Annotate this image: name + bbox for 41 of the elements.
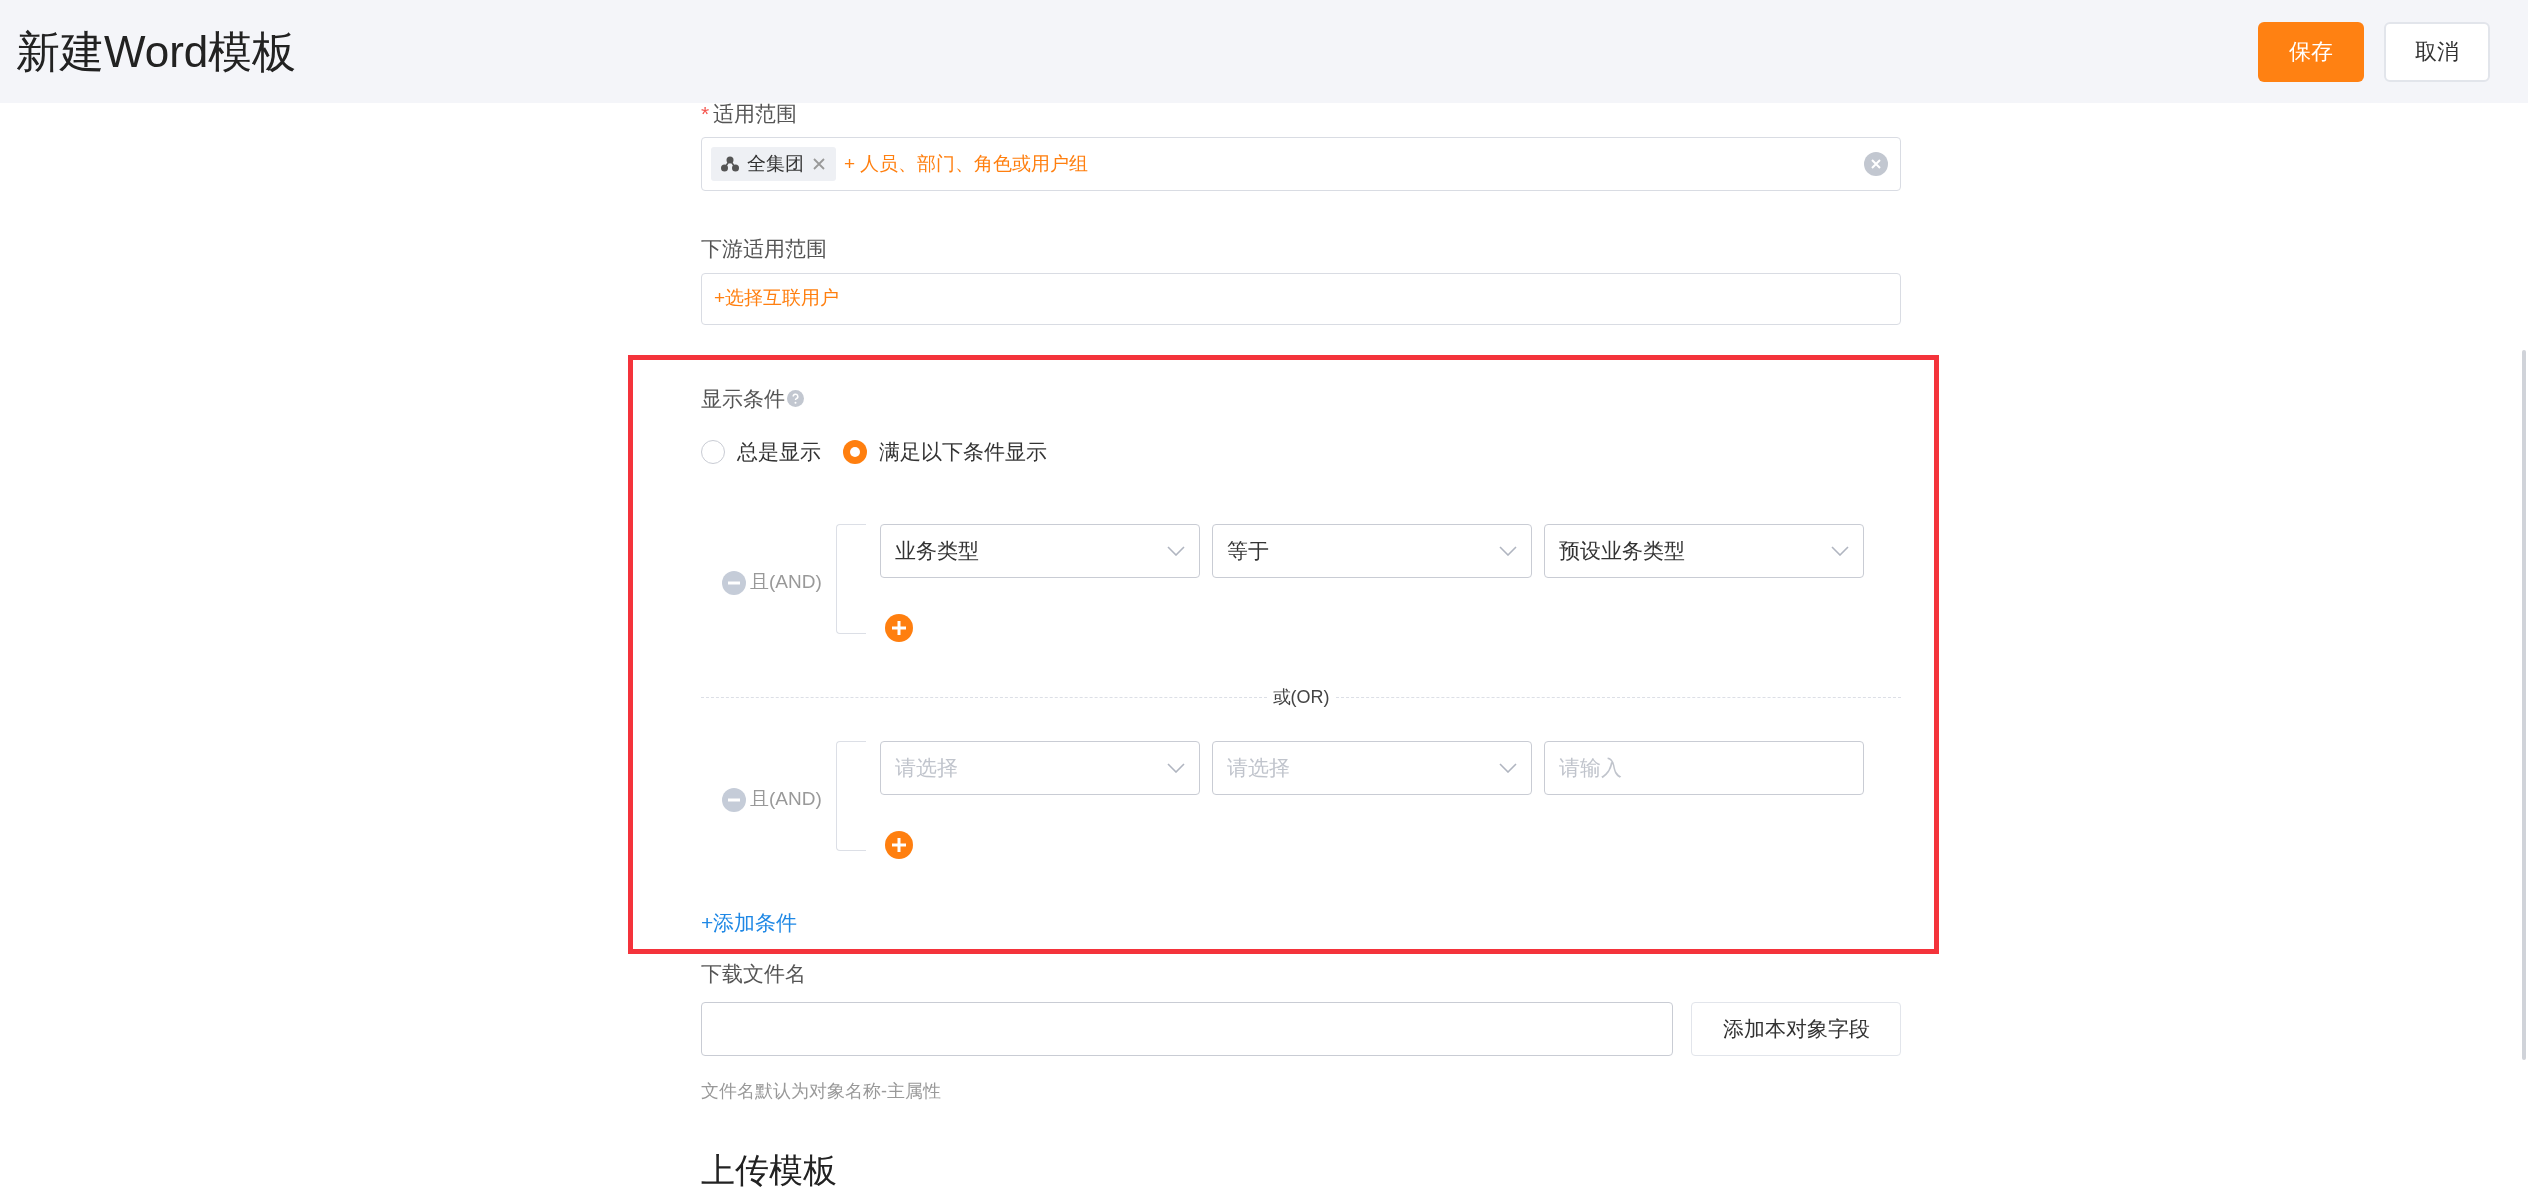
chevron-down-icon [1499,762,1517,773]
add-condition-link[interactable]: +添加条件 [701,906,1901,938]
clear-icon[interactable] [1864,152,1888,176]
required-asterisk: * [701,101,710,128]
radio-button[interactable] [701,439,725,464]
field-label: 适用范围 [713,101,798,128]
select-field[interactable]: 等于 [1212,523,1532,578]
page-title: 新建Word模板 [16,25,297,78]
close-icon[interactable] [812,157,826,171]
add-circle-icon[interactable] [885,830,913,859]
radio-button[interactable] [843,439,867,464]
select-field[interactable]: 业务类型 [880,523,1200,578]
select-users-link[interactable]: +选择互联用户 [714,284,840,313]
add-field-button[interactable]: 添加本对象字段 [1691,1001,1901,1056]
and-connector-label: 且(AND) [750,787,822,812]
add-members-link[interactable]: + 人员、部门、角色或用户组 [844,149,1089,179]
radio-label: 满足以下条件显示 [879,439,1047,465]
add-circle-icon[interactable] [885,613,913,642]
org-chart-icon [721,156,739,172]
or-separator-label: 或(OR) [1271,685,1331,709]
tag-label: 全集团 [747,151,804,176]
filename-input[interactable] [701,1001,1673,1056]
section-label: 显示条件 [701,385,785,412]
chevron-down-icon [1167,545,1185,556]
scope-field[interactable]: 全集团 + 人员、部门、角色或用户组 [701,137,1901,191]
and-connector-label: 且(AND) [750,570,822,595]
save-button[interactable]: 保存 [2258,21,2364,82]
chevron-down-icon [1167,762,1185,773]
downstream-field[interactable]: +选择互联用户 [701,272,1901,325]
select-field[interactable]: 预设业务类型 [1544,523,1864,578]
help-icon[interactable] [787,389,804,407]
radio-label: 总是显示 [737,439,821,465]
cancel-button[interactable]: 取消 [2384,21,2490,82]
field-label: 下载文件名 [701,961,807,987]
chevron-down-icon [1831,545,1849,556]
remove-circle-icon[interactable] [722,570,746,595]
field-label: 下游适用范围 [701,236,828,262]
section-heading: 上传模板 [701,1149,838,1191]
chevron-down-icon [1499,545,1517,556]
hint-text: 文件名默认为对象名称-主属性 [701,1079,942,1103]
remove-circle-icon[interactable] [722,787,746,812]
